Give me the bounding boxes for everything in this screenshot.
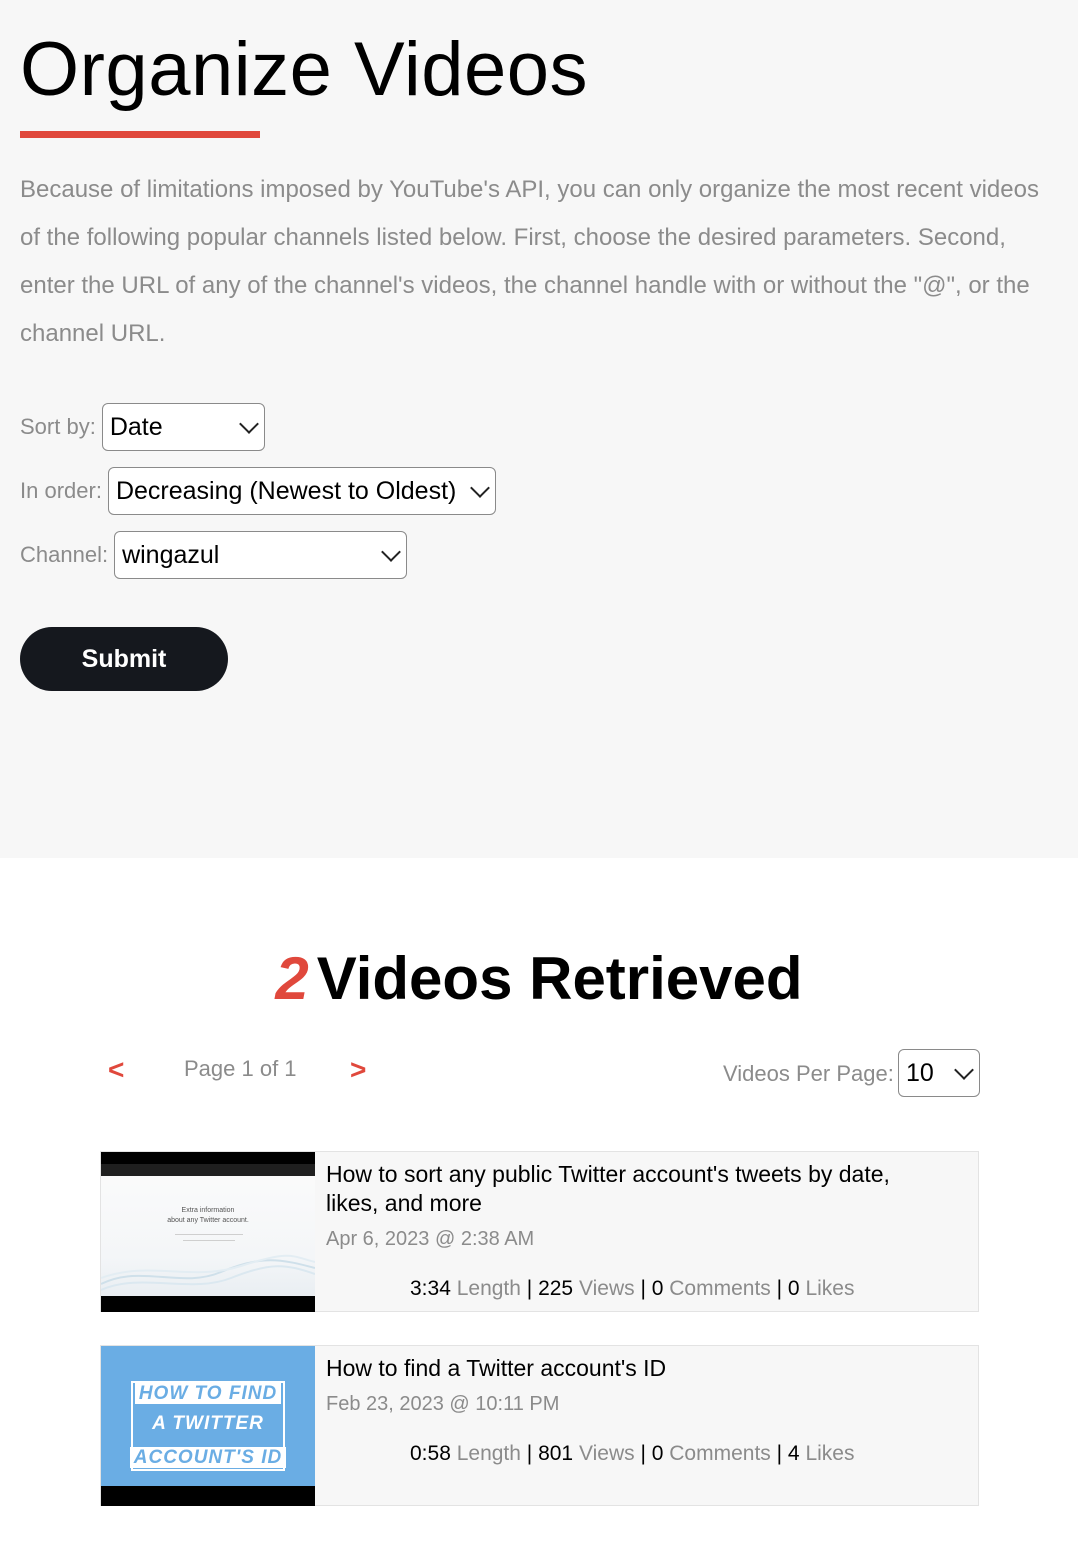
- order-select[interactable]: Decreasing (Newest to Oldest): [107, 467, 496, 515]
- results-count: 2: [275, 945, 309, 1012]
- video-card[interactable]: Extra information about any Twitter acco…: [100, 1151, 979, 1312]
- video-date: Apr 6, 2023 @ 2:38 AM: [326, 1228, 535, 1250]
- chevron-down-icon: [954, 1059, 974, 1080]
- title-underline: [20, 131, 260, 138]
- results-heading: 2 Videos Retrieved: [0, 944, 1078, 1013]
- thumbnail-text: ACCOUNT'S ID: [101, 1447, 315, 1469]
- video-info: How to sort any public Twitter account's…: [326, 1160, 946, 1251]
- order-select-value: Decreasing (Newest to Oldest): [115, 476, 457, 505]
- channel-row: Channel: wingazul: [20, 531, 408, 579]
- submit-button[interactable]: Submit: [20, 627, 228, 691]
- sort-label: Sort by:: [20, 414, 96, 439]
- video-card[interactable]: HOW TO FIND A TWITTER ACCOUNT'S ID How t…: [100, 1345, 979, 1506]
- page-description: Because of limitations imposed by YouTub…: [20, 176, 1039, 347]
- sort-row: Sort by: Date: [20, 403, 265, 451]
- thumbnail-screen: Extra information about any Twitter acco…: [101, 1164, 315, 1296]
- channel-label: Channel:: [20, 542, 109, 567]
- video-thumbnail[interactable]: HOW TO FIND A TWITTER ACCOUNT'S ID: [101, 1346, 315, 1506]
- videos-per-page-select[interactable]: 10: [898, 1049, 980, 1097]
- channel-select-value: wingazul: [122, 540, 220, 569]
- videos-per-page-value: 10: [906, 1058, 934, 1087]
- order-label: In order:: [20, 478, 102, 503]
- thumbnail-text: HOW TO FIND: [101, 1383, 315, 1405]
- video-date: Feb 23, 2023 @ 10:11 PM: [326, 1393, 560, 1415]
- chevron-down-icon: [470, 477, 490, 498]
- channel-select[interactable]: wingazul: [114, 531, 408, 579]
- thumbnail-wave: [101, 1254, 315, 1291]
- sort-select[interactable]: Date: [101, 403, 265, 451]
- page-title: Organize Videos: [20, 27, 588, 112]
- video-stats: 0:58 Length | 801 Views | 0 Comments | 4…: [410, 1442, 855, 1465]
- video-thumbnail[interactable]: Extra information about any Twitter acco…: [101, 1152, 315, 1312]
- settings-section: Organize Videos Because of limitations i…: [0, 0, 1078, 858]
- next-page-button[interactable]: >: [350, 1054, 366, 1086]
- chevron-down-icon: [238, 413, 259, 434]
- chevron-down-icon: [381, 541, 401, 562]
- thumbnail-text: A TWITTER: [152, 1413, 264, 1434]
- prev-page-button[interactable]: <: [108, 1054, 124, 1086]
- video-title[interactable]: How to sort any public Twitter account's…: [326, 1160, 946, 1218]
- page-info: Page 1 of 1: [184, 1056, 297, 1081]
- video-title[interactable]: How to find a Twitter account's ID: [326, 1354, 946, 1383]
- results-heading-text: Videos Retrieved: [316, 945, 803, 1012]
- sort-select-value: Date: [109, 412, 163, 441]
- video-stats: 3:34 Length | 225 Views | 0 Comments | 0…: [410, 1277, 855, 1300]
- video-info: How to find a Twitter account's ID Feb 2…: [326, 1354, 946, 1416]
- order-row: In order: Decreasing (Newest to Oldest): [20, 467, 496, 515]
- videos-per-page-label: Videos Per Page:: [723, 1061, 894, 1086]
